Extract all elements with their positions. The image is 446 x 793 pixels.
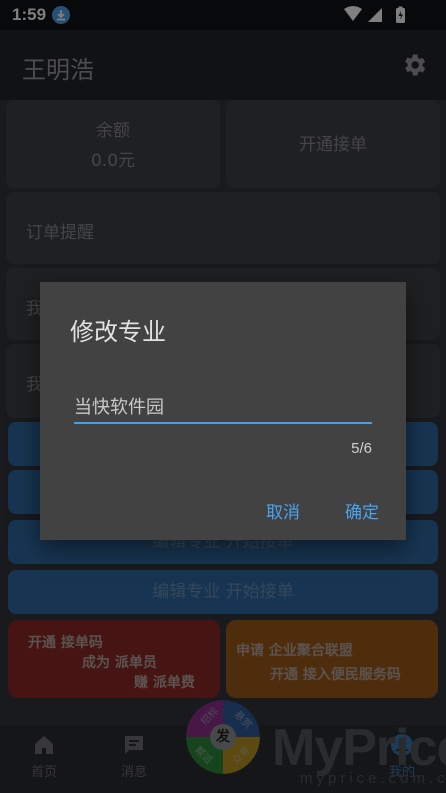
cancel-button[interactable]: 取消 <box>266 498 300 523</box>
edit-major-dialog: 修改专业 5/6 取消 确定 <box>40 282 406 540</box>
major-input[interactable] <box>74 394 372 424</box>
dialog-title: 修改专业 <box>70 318 166 346</box>
confirm-button[interactable]: 确定 <box>345 498 379 523</box>
character-counter: 5/6 <box>351 440 372 457</box>
